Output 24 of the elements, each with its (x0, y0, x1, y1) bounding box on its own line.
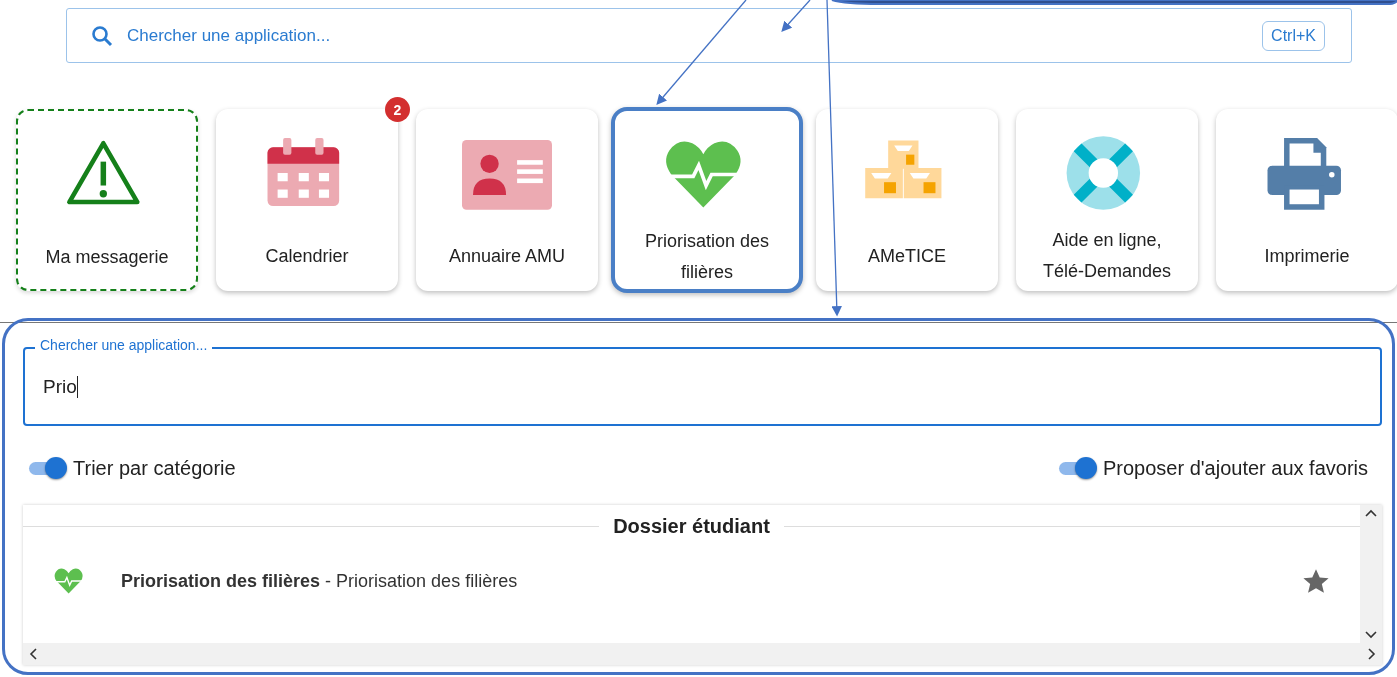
app-tile[interactable]: Ma messagerie (16, 109, 198, 291)
app-tile[interactable]: Priorisation des filières (611, 107, 803, 293)
shortcut-key: Ctrl+K (1262, 20, 1325, 51)
app-tile[interactable]: Aide en ligne, Télé-Demandes (1016, 109, 1198, 291)
scroll-left-icon[interactable] (29, 648, 37, 660)
notification-badge: 2 (385, 97, 410, 122)
app-tile[interactable]: AMeTICE (816, 109, 998, 291)
search-placeholder: Chercher une application... (127, 25, 332, 46)
app-tile[interactable]: Annuaire AMU (416, 109, 598, 291)
toggle-label: Trier par catégorie (73, 456, 236, 480)
star-icon[interactable] (1302, 567, 1330, 595)
result-item[interactable]: Priorisation des filières - Priorisation des filières (121, 570, 1268, 592)
field-label: Chercher une application... (35, 337, 213, 353)
search-bar[interactable]: Chercher une application... Ctrl+K (66, 8, 1352, 63)
annotation-arrow (781, 0, 811, 32)
app-tile[interactable]: Imprimerie (1216, 109, 1397, 291)
search-icon (91, 24, 113, 47)
category-heading: Dossier étudiant (613, 515, 770, 538)
scroll-right-icon[interactable] (1368, 648, 1376, 660)
field-value: Prio (43, 375, 78, 398)
toggle-switch[interactable] (27, 457, 67, 479)
scroll-down-icon[interactable] (1365, 631, 1377, 639)
scroll-up-icon[interactable] (1365, 509, 1377, 517)
toggle-label: Proposer d'ajouter aux favoris (1102, 456, 1368, 480)
